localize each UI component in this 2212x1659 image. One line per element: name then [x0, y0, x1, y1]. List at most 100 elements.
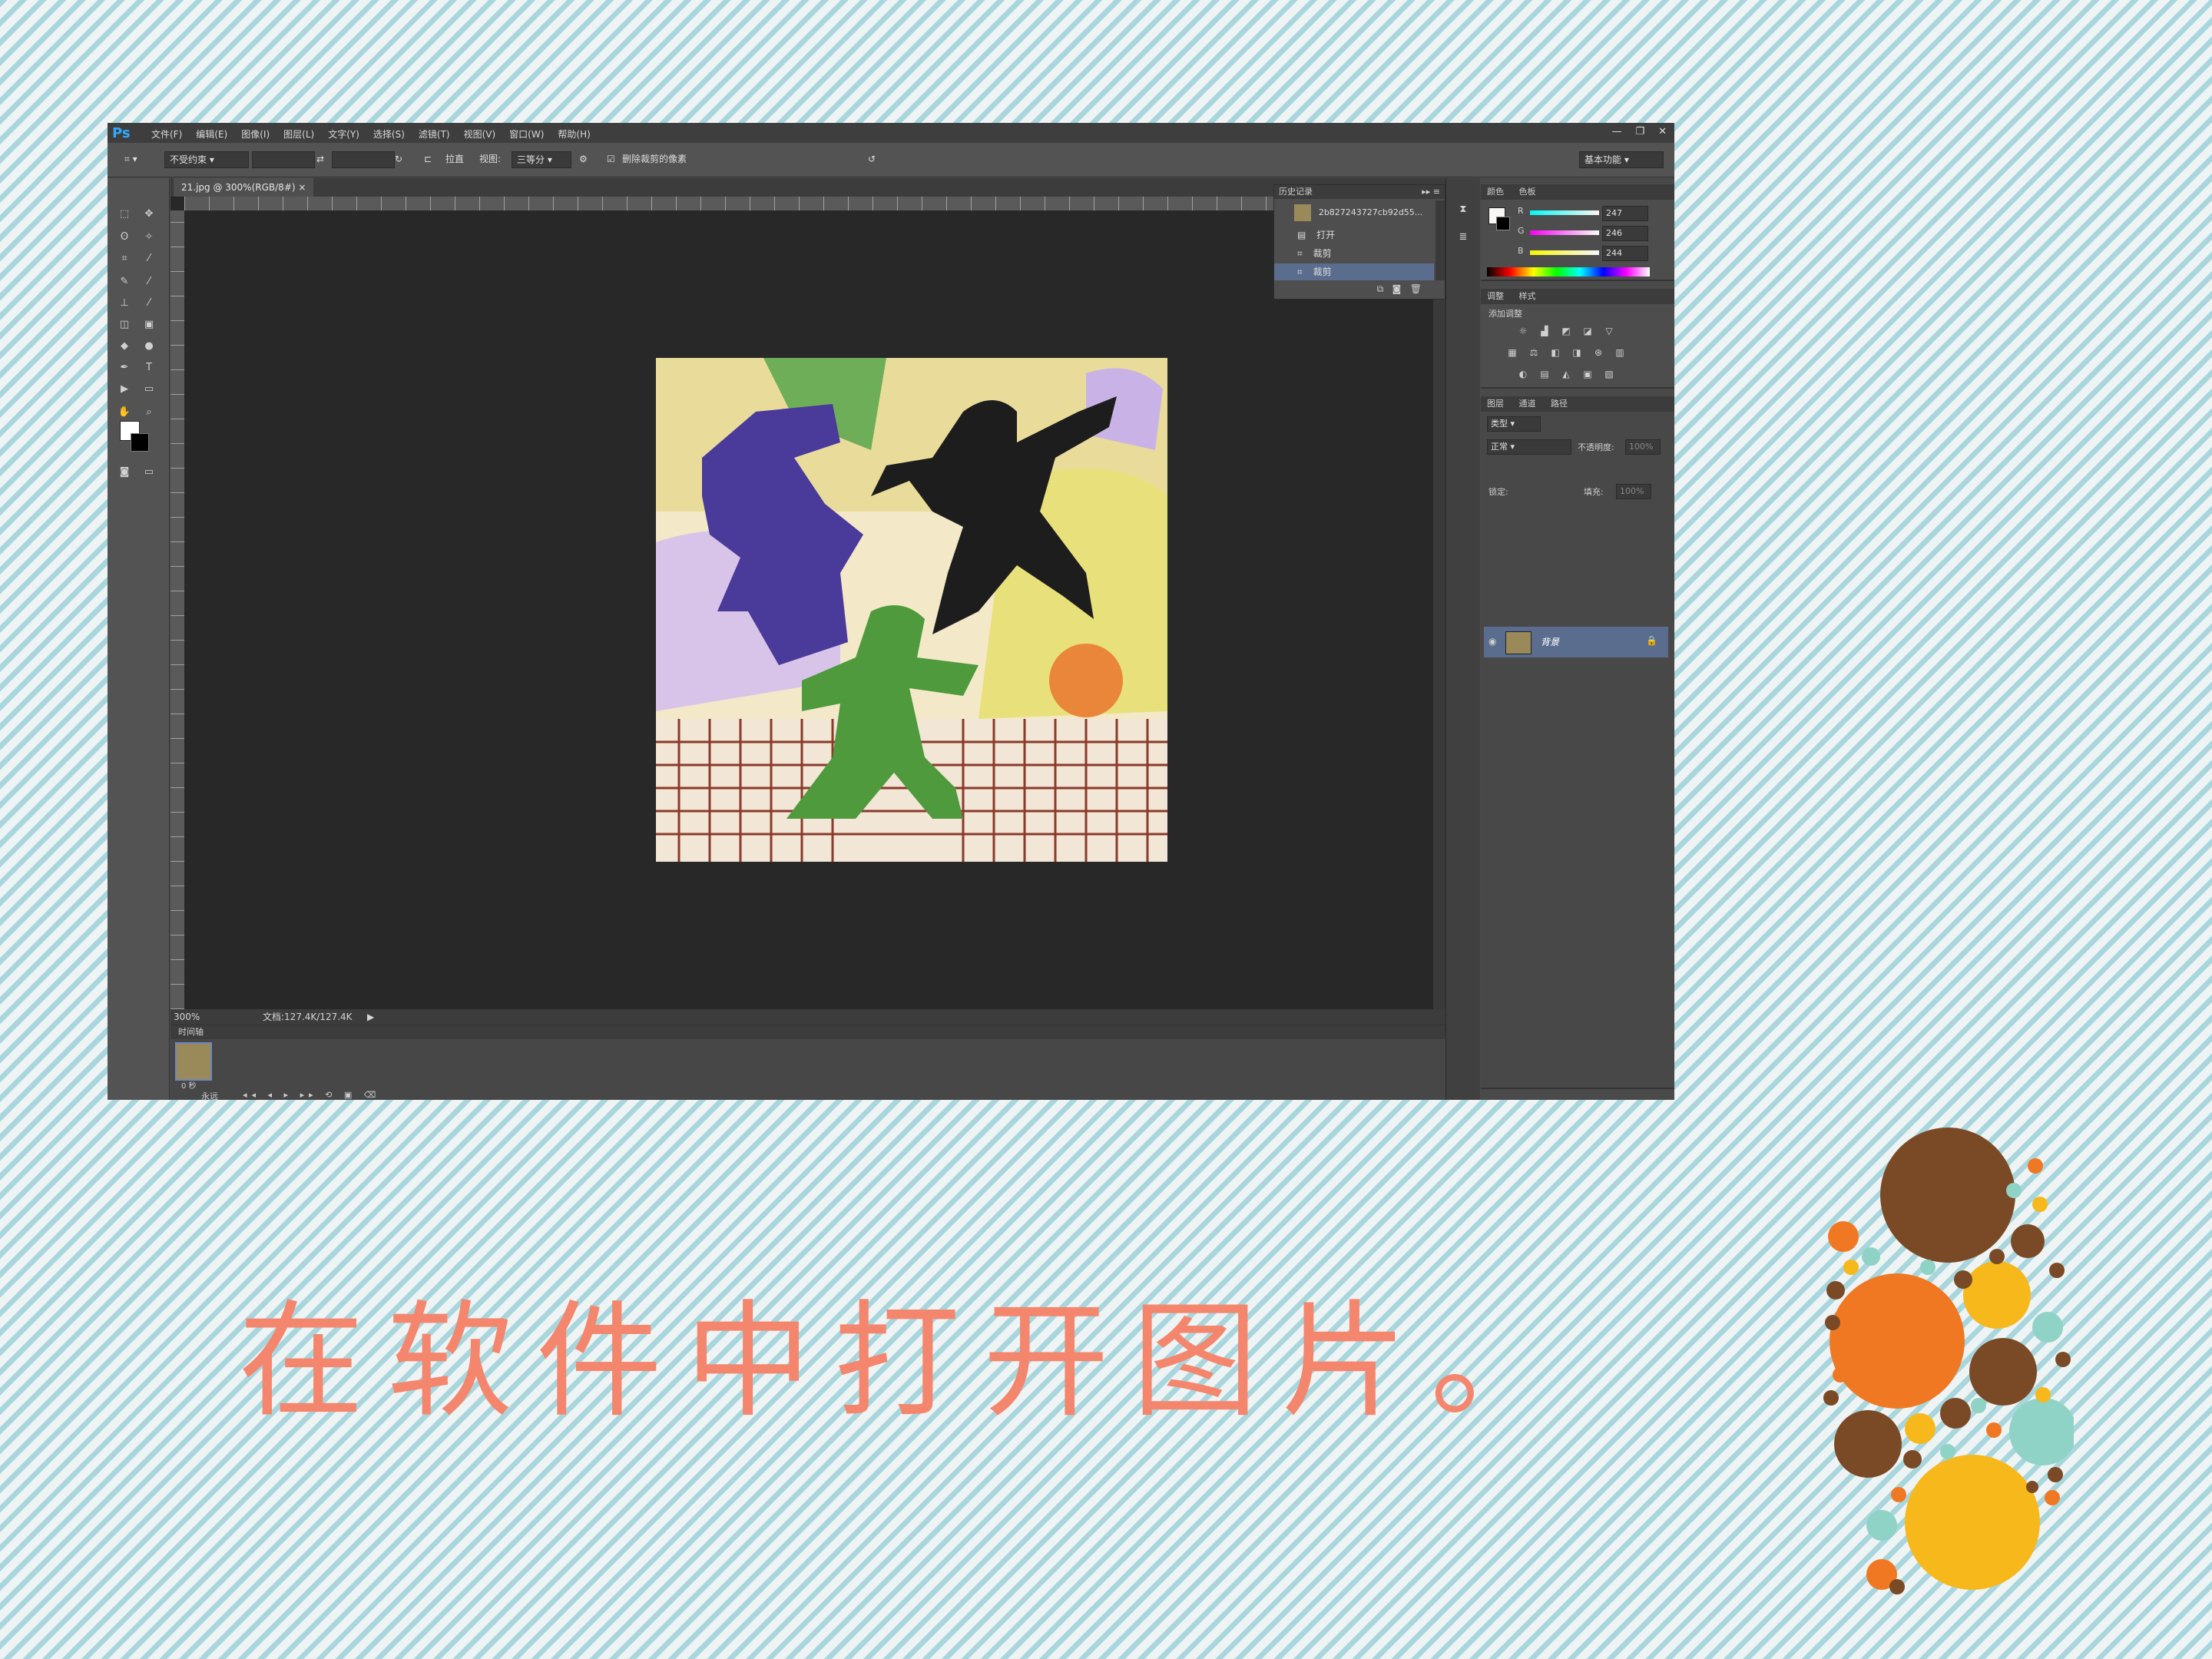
channel-mixer-icon[interactable]: ▥ — [1613, 346, 1627, 359]
minimize-button[interactable]: — — [1611, 126, 1621, 137]
channel-g-value[interactable]: 246 — [1602, 226, 1648, 241]
tab-layers[interactable]: 图层 — [1481, 399, 1510, 409]
panel-menu-icon[interactable]: ▸▸ ≡ — [1422, 185, 1445, 199]
threshold-icon[interactable]: ◭ — [1559, 367, 1573, 381]
hue-icon[interactable]: ⚖ — [1527, 346, 1541, 359]
straighten-icon[interactable]: ⊏ — [424, 151, 432, 167]
clear-icon[interactable]: ↻ — [395, 151, 402, 167]
path-select-icon[interactable]: ▶ — [115, 381, 134, 398]
gradient-map-icon[interactable]: ▽ — [1602, 324, 1616, 338]
menu-window[interactable]: 窗口(W) — [502, 127, 551, 141]
history-item[interactable]: ▤ 打开 — [1274, 227, 1434, 243]
hand-tool-icon[interactable]: ✋ — [115, 404, 134, 421]
quick-mask-icon[interactable]: ◙ — [115, 464, 134, 481]
fill-input[interactable]: 100% — [1616, 484, 1651, 499]
levels-icon[interactable]: ▟ — [1538, 324, 1551, 338]
lasso-tool-icon[interactable]: ʘ — [115, 229, 134, 246]
healing-brush-icon[interactable]: ✎ — [115, 273, 134, 290]
reset-icon[interactable]: ↺ — [868, 151, 876, 167]
opacity-input[interactable]: 100% — [1625, 439, 1661, 455]
zoom-level[interactable]: 300% — [174, 1009, 200, 1025]
magic-wand-icon[interactable]: ✧ — [140, 229, 158, 246]
snapshot-camera-icon[interactable]: ◙ — [1392, 283, 1402, 294]
visibility-eye-icon[interactable]: ◉ — [1488, 636, 1496, 647]
text-tool-icon[interactable]: T — [140, 359, 158, 376]
eyedropper-icon[interactable]: ⁄ — [140, 250, 158, 267]
view-dropdown[interactable]: 三等分 ▾ — [512, 151, 571, 168]
exposure-icon[interactable]: ◪ — [1581, 324, 1594, 338]
tab-color[interactable]: 颜色 — [1481, 187, 1510, 197]
black-white-icon[interactable]: ◨ — [1570, 346, 1584, 359]
photo-filter-icon[interactable]: ⊛ — [1591, 346, 1605, 359]
zoom-tool-icon[interactable]: ⌕ — [140, 404, 158, 421]
marquee-tool-icon[interactable]: ⬚ — [115, 206, 134, 223]
trash-icon[interactable]: 🗑 — [1410, 283, 1422, 294]
loop-dropdown[interactable]: 永远 — [201, 1090, 218, 1100]
status-arrow-icon[interactable]: ▶ — [367, 1009, 374, 1025]
menu-edit[interactable]: 编辑(E) — [189, 127, 234, 141]
stamp-tool-icon[interactable]: ⊥ — [115, 295, 134, 312]
ratio-dropdown[interactable]: 不受约束 ▾ — [164, 151, 249, 168]
gradient-tool-icon[interactable]: ▣ — [140, 316, 158, 333]
shape-tool-icon[interactable]: ▭ — [140, 381, 158, 398]
delete-pixels-checkbox[interactable]: ☑ — [607, 151, 615, 167]
brush-tool-icon[interactable]: ⁄ — [140, 273, 158, 290]
color-balance-icon[interactable]: ◧ — [1548, 346, 1562, 359]
properties-panel-icon[interactable]: ≣ — [1454, 229, 1472, 246]
brightness-icon[interactable]: ☼ — [1516, 324, 1530, 338]
screen-mode-icon[interactable]: ▭ — [140, 464, 158, 481]
workspace-dropdown[interactable]: 基本功能 ▾ — [1579, 151, 1664, 168]
height-input[interactable] — [332, 151, 395, 168]
document-tab[interactable]: 21.jpg @ 300%(RGB/8#) × — [174, 178, 314, 197]
straighten-label[interactable]: 拉直 — [445, 151, 464, 167]
canvas[interactable] — [184, 210, 1433, 1009]
tab-adjustments[interactable]: 调整 — [1481, 291, 1510, 301]
vibrance-icon[interactable]: ▦ — [1505, 346, 1519, 359]
history-brush-icon[interactable]: ⁄ — [140, 295, 158, 312]
posterize-icon[interactable]: ▤ — [1538, 367, 1551, 381]
menu-image[interactable]: 图像(I) — [234, 127, 276, 141]
tab-close-icon[interactable]: × — [298, 182, 306, 193]
close-button[interactable]: ✕ — [1658, 126, 1667, 137]
move-tool-icon[interactable]: ✥ — [140, 206, 158, 223]
width-input[interactable] — [252, 151, 315, 168]
menu-select[interactable]: 选择(S) — [366, 127, 412, 141]
channel-g-slider[interactable] — [1530, 230, 1599, 235]
channel-b-value[interactable]: 244 — [1602, 246, 1648, 261]
tab-paths[interactable]: 路径 — [1545, 399, 1574, 409]
settings-gear-icon[interactable]: ⚙ — [579, 151, 588, 167]
color-bg-swatch[interactable] — [1496, 217, 1510, 230]
menu-filter[interactable]: 滤镜(T) — [412, 127, 457, 141]
frame-thumbnail[interactable] — [175, 1042, 212, 1081]
vertical-scrollbar[interactable] — [1433, 197, 1445, 1009]
crop-tool-icon[interactable]: ⌗ — [115, 250, 134, 267]
eraser-tool-icon[interactable]: ◫ — [115, 316, 134, 333]
color-spectrum[interactable] — [1487, 267, 1650, 276]
layer-name[interactable]: 背景 — [1541, 635, 1559, 648]
selective-color-icon[interactable]: ▣ — [1581, 367, 1594, 381]
pen-tool-icon[interactable]: ✒ — [115, 359, 134, 376]
menu-view[interactable]: 视图(V) — [457, 127, 503, 141]
history-snapshot[interactable]: 2b827243727cb92d55... — [1274, 200, 1434, 224]
blur-tool-icon[interactable]: ◆ — [115, 338, 134, 355]
frame-time[interactable]: 0 秒 — [181, 1079, 197, 1091]
history-panel-icon[interactable]: ⧗ — [1454, 201, 1472, 218]
menu-type[interactable]: 文字(Y) — [321, 127, 366, 141]
history-item-selected[interactable]: ⌗ 裁剪 — [1274, 263, 1434, 280]
swap-icon[interactable]: ⇄ — [316, 151, 324, 167]
channel-r-slider[interactable] — [1530, 210, 1599, 215]
tab-swatches[interactable]: 色板 — [1513, 187, 1542, 197]
menu-help[interactable]: 帮助(H) — [551, 127, 597, 141]
background-color-swatch[interactable] — [131, 433, 149, 452]
tab-channels[interactable]: 通道 — [1513, 399, 1542, 409]
curves-icon[interactable]: ◩ — [1559, 324, 1573, 338]
tab-styles[interactable]: 样式 — [1513, 291, 1542, 301]
history-scrollbar[interactable] — [1435, 200, 1445, 280]
layer-row-background[interactable]: ◉ 背景 🔒 — [1484, 627, 1668, 657]
gradient-fill-icon[interactable]: ▧ — [1602, 367, 1616, 381]
dodge-tool-icon[interactable]: ● — [140, 338, 158, 355]
layer-kind-filter[interactable]: 类型 ▾ — [1487, 416, 1541, 432]
invert-icon[interactable]: ◐ — [1516, 367, 1530, 381]
restore-button[interactable]: ❐ — [1635, 126, 1644, 137]
history-item[interactable]: ⌗ 裁剪 — [1274, 245, 1434, 262]
